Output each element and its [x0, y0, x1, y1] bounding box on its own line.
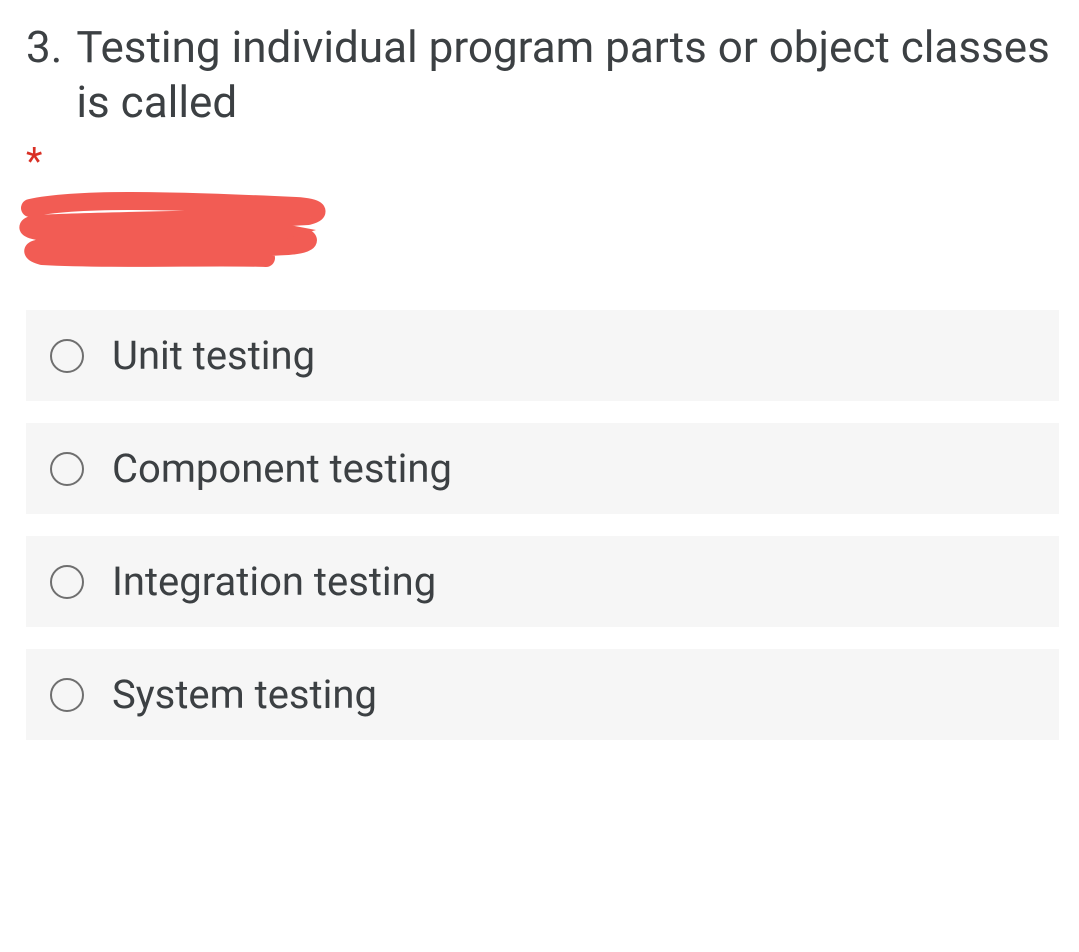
option-label: Component testing: [112, 445, 452, 492]
option-label: Integration testing: [112, 558, 436, 605]
question-container: 3. Testing individual program parts or o…: [0, 0, 1079, 802]
option-integration-testing[interactable]: Integration testing: [26, 536, 1059, 627]
required-asterisk: *: [26, 140, 1059, 184]
option-unit-testing[interactable]: Unit testing: [26, 310, 1059, 401]
question-row: 3. Testing individual program parts or o…: [26, 20, 1059, 130]
option-component-testing[interactable]: Component testing: [26, 423, 1059, 514]
redaction-scribble: [16, 190, 1059, 272]
radio-icon: [50, 678, 84, 712]
question-number: 3.: [26, 20, 76, 75]
option-label: System testing: [112, 671, 377, 718]
radio-icon: [50, 452, 84, 486]
radio-icon: [50, 339, 84, 373]
radio-icon: [50, 565, 84, 599]
option-label: Unit testing: [112, 332, 315, 379]
question-text: Testing individual program parts or obje…: [76, 20, 1059, 130]
options-list: Unit testing Component testing Integrati…: [26, 310, 1059, 740]
option-system-testing[interactable]: System testing: [26, 649, 1059, 740]
